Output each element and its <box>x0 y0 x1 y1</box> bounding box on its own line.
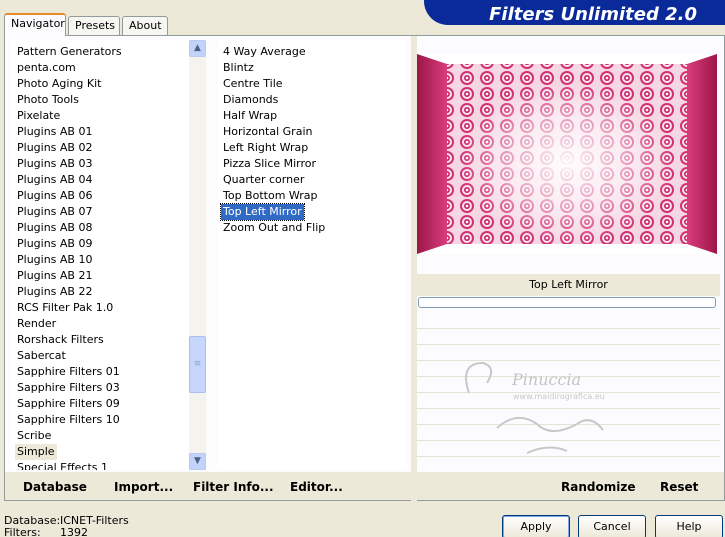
svg-text:Pinuccia: Pinuccia <box>511 370 581 389</box>
category-list-item[interactable]: Rorshack Filters <box>15 332 106 348</box>
category-list-item[interactable]: Pattern Generators <box>15 44 124 60</box>
category-list-item[interactable]: Sabercat <box>15 348 68 364</box>
preview-caption: Top Left Mirror <box>417 274 720 296</box>
help-button[interactable]: Help <box>655 515 723 537</box>
category-list-item[interactable]: Sapphire Filters 01 <box>15 364 122 380</box>
filter-list-item[interactable]: Top Left Mirror <box>220 203 305 221</box>
cancel-button[interactable]: Cancel <box>578 515 646 537</box>
filter-info-button[interactable]: Filter Info... <box>193 480 274 494</box>
category-list-item[interactable]: Plugins AB 04 <box>15 172 94 188</box>
filter-list-item[interactable]: Diamonds <box>221 92 280 108</box>
category-list-item[interactable]: Plugins AB 02 <box>15 140 94 156</box>
category-list-item[interactable]: Scribe <box>15 428 53 444</box>
navigator-panel: Pattern Generators penta.com Photo Aging K… <box>4 35 725 502</box>
filter-list-item[interactable]: Half Wrap <box>221 108 279 124</box>
app-banner: Filters Unlimited 2.0 <box>424 0 725 25</box>
tab-about[interactable]: About <box>122 16 168 35</box>
scroll-thumb[interactable]: ≡ <box>189 336 206 393</box>
filter-list-item[interactable]: Blintz <box>221 60 256 76</box>
apply-button[interactable]: Apply <box>502 515 570 537</box>
filter-list-item[interactable]: Quarter corner <box>221 172 306 188</box>
preview-image <box>417 54 717 254</box>
category-list-item[interactable]: Plugins AB 03 <box>15 156 94 172</box>
category-list-item[interactable]: Plugins AB 01 <box>15 124 94 140</box>
category-list-item[interactable]: Photo Tools <box>15 92 81 108</box>
category-list-item[interactable]: Plugins AB 09 <box>15 236 94 252</box>
category-list-item[interactable]: Plugins AB 10 <box>15 252 94 268</box>
app-title: Filters Unlimited 2.0 <box>489 4 697 25</box>
filter-list-item[interactable]: Pizza Slice Mirror <box>221 156 318 172</box>
category-list-item[interactable]: Plugins AB 06 <box>15 188 94 204</box>
import-button[interactable]: Import... <box>114 480 173 494</box>
category-list-item[interactable]: Sapphire Filters 09 <box>15 396 122 412</box>
reset-button[interactable]: Reset <box>660 480 698 494</box>
watermark-logo: Pinuccia www.maidirografica.eu <box>465 361 605 454</box>
editor-button[interactable]: Editor... <box>290 480 343 494</box>
parameter-area: Pinuccia www.maidirografica.eu <box>417 313 720 468</box>
tab-presets[interactable]: Presets <box>68 16 120 35</box>
category-list-item[interactable]: Special Effects 1 <box>15 460 110 470</box>
category-list-item[interactable]: Simple <box>15 444 57 460</box>
status-info: Database:ICNET-Filters Filters: 1392 <box>4 515 129 537</box>
scroll-down-icon[interactable]: ▼ <box>189 453 206 470</box>
database-button[interactable]: Database <box>23 480 87 494</box>
svg-text:www.maidirografica.eu: www.maidirografica.eu <box>513 392 605 401</box>
category-list-item[interactable]: Plugins AB 07 <box>15 204 94 220</box>
filter-list-item[interactable]: Centre Tile <box>221 76 285 92</box>
filters-count-value: 1392 <box>60 526 88 537</box>
category-list[interactable]: Pattern Generators penta.com Photo Aging K… <box>11 40 189 470</box>
randomize-button[interactable]: Randomize <box>561 480 635 494</box>
category-list-item[interactable]: Photo Aging Kit <box>15 76 103 92</box>
category-list-item[interactable]: Render <box>15 316 58 332</box>
filter-list-item[interactable]: Left Right Wrap <box>221 140 310 156</box>
tab-navigator[interactable]: Navigator <box>4 13 66 36</box>
filter-list-item[interactable]: Horizontal Grain <box>221 124 314 140</box>
category-list-item[interactable]: Plugins AB 08 <box>15 220 94 236</box>
scroll-up-icon[interactable]: ▲ <box>189 40 206 57</box>
bottom-toolbar: Database Import... Filter Info... Editor… <box>5 472 724 500</box>
category-scrollbar[interactable]: ▲ ≡ ▼ <box>189 40 206 470</box>
category-list-item[interactable]: penta.com <box>15 60 78 76</box>
category-list-item[interactable]: Plugins AB 22 <box>15 284 94 300</box>
category-list-item[interactable]: Pixelate <box>15 108 62 124</box>
category-list-item[interactable]: Sapphire Filters 10 <box>15 412 122 428</box>
category-list-item[interactable]: Sapphire Filters 03 <box>15 380 122 396</box>
filter-list-item[interactable]: 4 Way Average <box>221 44 308 60</box>
category-list-item[interactable]: Plugins AB 21 <box>15 268 94 284</box>
filter-list-item[interactable]: Top Bottom Wrap <box>221 188 320 204</box>
progress-bar <box>418 297 716 308</box>
filter-list-item[interactable]: Zoom Out and Flip <box>221 220 327 236</box>
category-list-item[interactable]: RCS Filter Pak 1.0 <box>15 300 115 316</box>
filter-list[interactable]: 4 Way Average Blintz Centre Tile Diamonds Ha… <box>217 40 407 470</box>
filters-count-label: Filters: <box>4 526 41 537</box>
